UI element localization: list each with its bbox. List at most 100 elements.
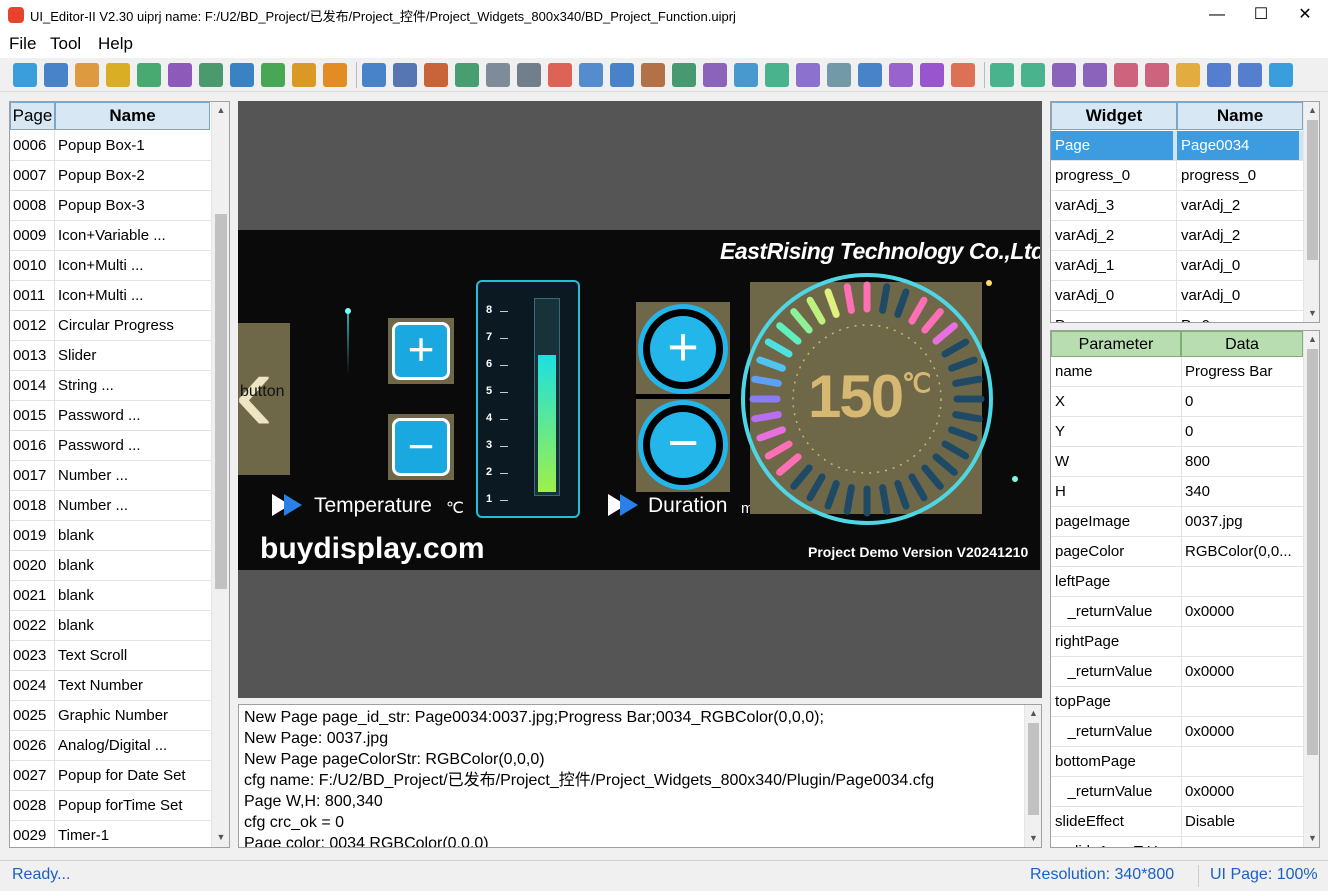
param-value[interactable]: 0 [1185,387,1193,416]
widgets-scrollbar[interactable]: ▲ ▼ [1303,102,1319,322]
align-bottom-icon[interactable] [1083,63,1107,87]
param-row[interactable]: pageImage 0037.jpg [1051,507,1303,537]
widget-row[interactable]: varAdj_1 varAdj_0 [1051,251,1303,281]
page-row[interactable]: 0024 Text Number [10,671,211,701]
param-value[interactable]: 0x0000 [1185,597,1234,626]
qr-icon[interactable] [610,63,634,87]
maximize-button[interactable]: ☐ [1238,0,1284,30]
page-row[interactable]: 0019 blank [10,521,211,551]
scroll-down-icon[interactable]: ▼ [1304,308,1319,318]
param-row[interactable]: topPage [1051,687,1303,717]
param-row[interactable]: pageColor RGBColor(0,0... [1051,537,1303,567]
col-widget-header[interactable]: Widget [1051,102,1177,130]
scroll-down-icon[interactable]: ▼ [1025,833,1041,843]
col-page-header[interactable]: Page [10,102,55,130]
thermo-progress[interactable]: 8 7 6 5 4 3 2 1 [476,280,580,518]
variable-icon[interactable] [765,63,789,87]
param-value[interactable]: 0x0000 [1185,657,1234,686]
gif-icon[interactable] [579,63,603,87]
param-value[interactable]: Progress Bar [1185,357,1273,386]
widget-row[interactable]: progress_0 progress_0 [1051,161,1303,191]
alarm-icon[interactable] [548,63,572,87]
param-row[interactable]: bottomPage [1051,747,1303,777]
col-name-header[interactable]: Name [55,102,210,130]
widgets-icon[interactable] [106,63,130,87]
en-icon[interactable] [261,63,285,87]
param-value[interactable]: 340 [1185,477,1210,506]
v-space-icon[interactable] [1238,63,1262,87]
image-icon[interactable] [455,63,479,87]
align-left-icon[interactable] [990,63,1014,87]
scroll-down-icon[interactable]: ▼ [212,832,229,842]
date-icon[interactable] [517,63,541,87]
list-icon[interactable] [199,63,223,87]
touch-icon[interactable] [858,63,882,87]
widget-row[interactable]: varAdj_3 varAdj_2 [1051,191,1303,221]
page-row[interactable]: 0008 Popup Box-3 [10,191,211,221]
page-row[interactable]: 0022 blank [10,611,211,641]
text-icon[interactable] [393,63,417,87]
param-value[interactable]: 0 [1185,417,1193,446]
param-row[interactable]: Y0 [1051,417,1303,447]
h-space-icon[interactable] [1207,63,1231,87]
param-row[interactable]: _returnValue 0x0000 [1051,777,1303,807]
param-row[interactable]: slideArea T-Y... [1051,837,1303,847]
param-value[interactable]: RGBColor(0,0... [1185,537,1292,566]
param-value[interactable]: 0x0000 [1185,777,1234,806]
param-value[interactable]: Disable [1185,807,1235,836]
device-preview[interactable]: EastRising Technology Co.,Ltd buydisplay… [238,230,1040,570]
circle-icon[interactable] [703,63,727,87]
param-row[interactable]: _returnValue 0x0000 [1051,657,1303,687]
widget-row[interactable]: varAdj_0 varAdj_0 [1051,281,1303,311]
param-value[interactable]: 800 [1185,447,1210,476]
video-icon[interactable] [920,63,944,87]
image-edit-icon[interactable] [796,63,820,87]
close-button[interactable]: ✕ [1282,0,1328,30]
pages-scrollbar[interactable]: ▲ ▼ [211,102,229,847]
page-row[interactable]: 0017 Number ... [10,461,211,491]
layout-icon[interactable] [137,63,161,87]
scroll-up-icon[interactable]: ▲ [1025,708,1041,718]
temp-plus-button[interactable]: + [388,318,454,384]
log-output[interactable]: New Page page_id_str: Page0034:0037.jpg;… [238,704,1042,848]
menu-help[interactable]: Help [98,34,133,54]
keyboard-icon[interactable] [230,63,254,87]
scroll-up-icon[interactable]: ▲ [212,105,229,115]
gauge-icon[interactable] [889,63,913,87]
h-center-icon[interactable] [1114,63,1138,87]
duration-minus-button[interactable]: − [638,400,728,490]
page-row[interactable]: 0010 Icon+Multi ... [10,251,211,281]
log-scrollbar[interactable]: ▲ ▼ [1024,705,1041,847]
widget-row[interactable]: P... P...0 [1051,311,1303,322]
chart-icon[interactable] [827,63,851,87]
param-row[interactable]: X0 [1051,387,1303,417]
col-widget-name-header[interactable]: Name [1177,102,1303,130]
param-row[interactable]: leftPage [1051,567,1303,597]
menu-tool[interactable]: Tool [50,34,81,54]
new-icon[interactable] [44,63,68,87]
save-icon[interactable] [75,63,99,87]
align-top-icon[interactable] [1052,63,1076,87]
duration-plus-button[interactable]: + [638,304,728,394]
page-row[interactable]: 0013 Slider [10,341,211,371]
page-row[interactable]: 0028 Popup forTime Set [10,791,211,821]
scroll-thumb[interactable] [215,214,227,589]
param-row[interactable]: H 340 [1051,477,1303,507]
zoom-icon[interactable] [1269,63,1293,87]
open-icon[interactable] [13,63,37,87]
record-icon[interactable] [951,63,975,87]
page-row[interactable]: 0023 Text Scroll [10,641,211,671]
page-row[interactable]: 0029 Timer-1 [10,821,211,847]
page-row[interactable]: 0006 Popup Box-1 [10,131,211,161]
param-value[interactable]: 0037.jpg [1185,507,1243,536]
scroll-thumb[interactable] [1307,120,1318,260]
page-row[interactable]: 0012 Circular Progress [10,311,211,341]
fit-icon[interactable] [1176,63,1200,87]
widget-row[interactable]: Page Page0034 [1051,131,1303,161]
minimize-button[interactable]: — [1194,0,1240,30]
kbk-icon[interactable] [323,63,347,87]
temp-minus-button[interactable]: − [388,414,454,480]
page-row[interactable]: 0020 blank [10,551,211,581]
col-param-header[interactable]: Parameter [1051,331,1181,357]
page-row[interactable]: 0016 Password ... [10,431,211,461]
